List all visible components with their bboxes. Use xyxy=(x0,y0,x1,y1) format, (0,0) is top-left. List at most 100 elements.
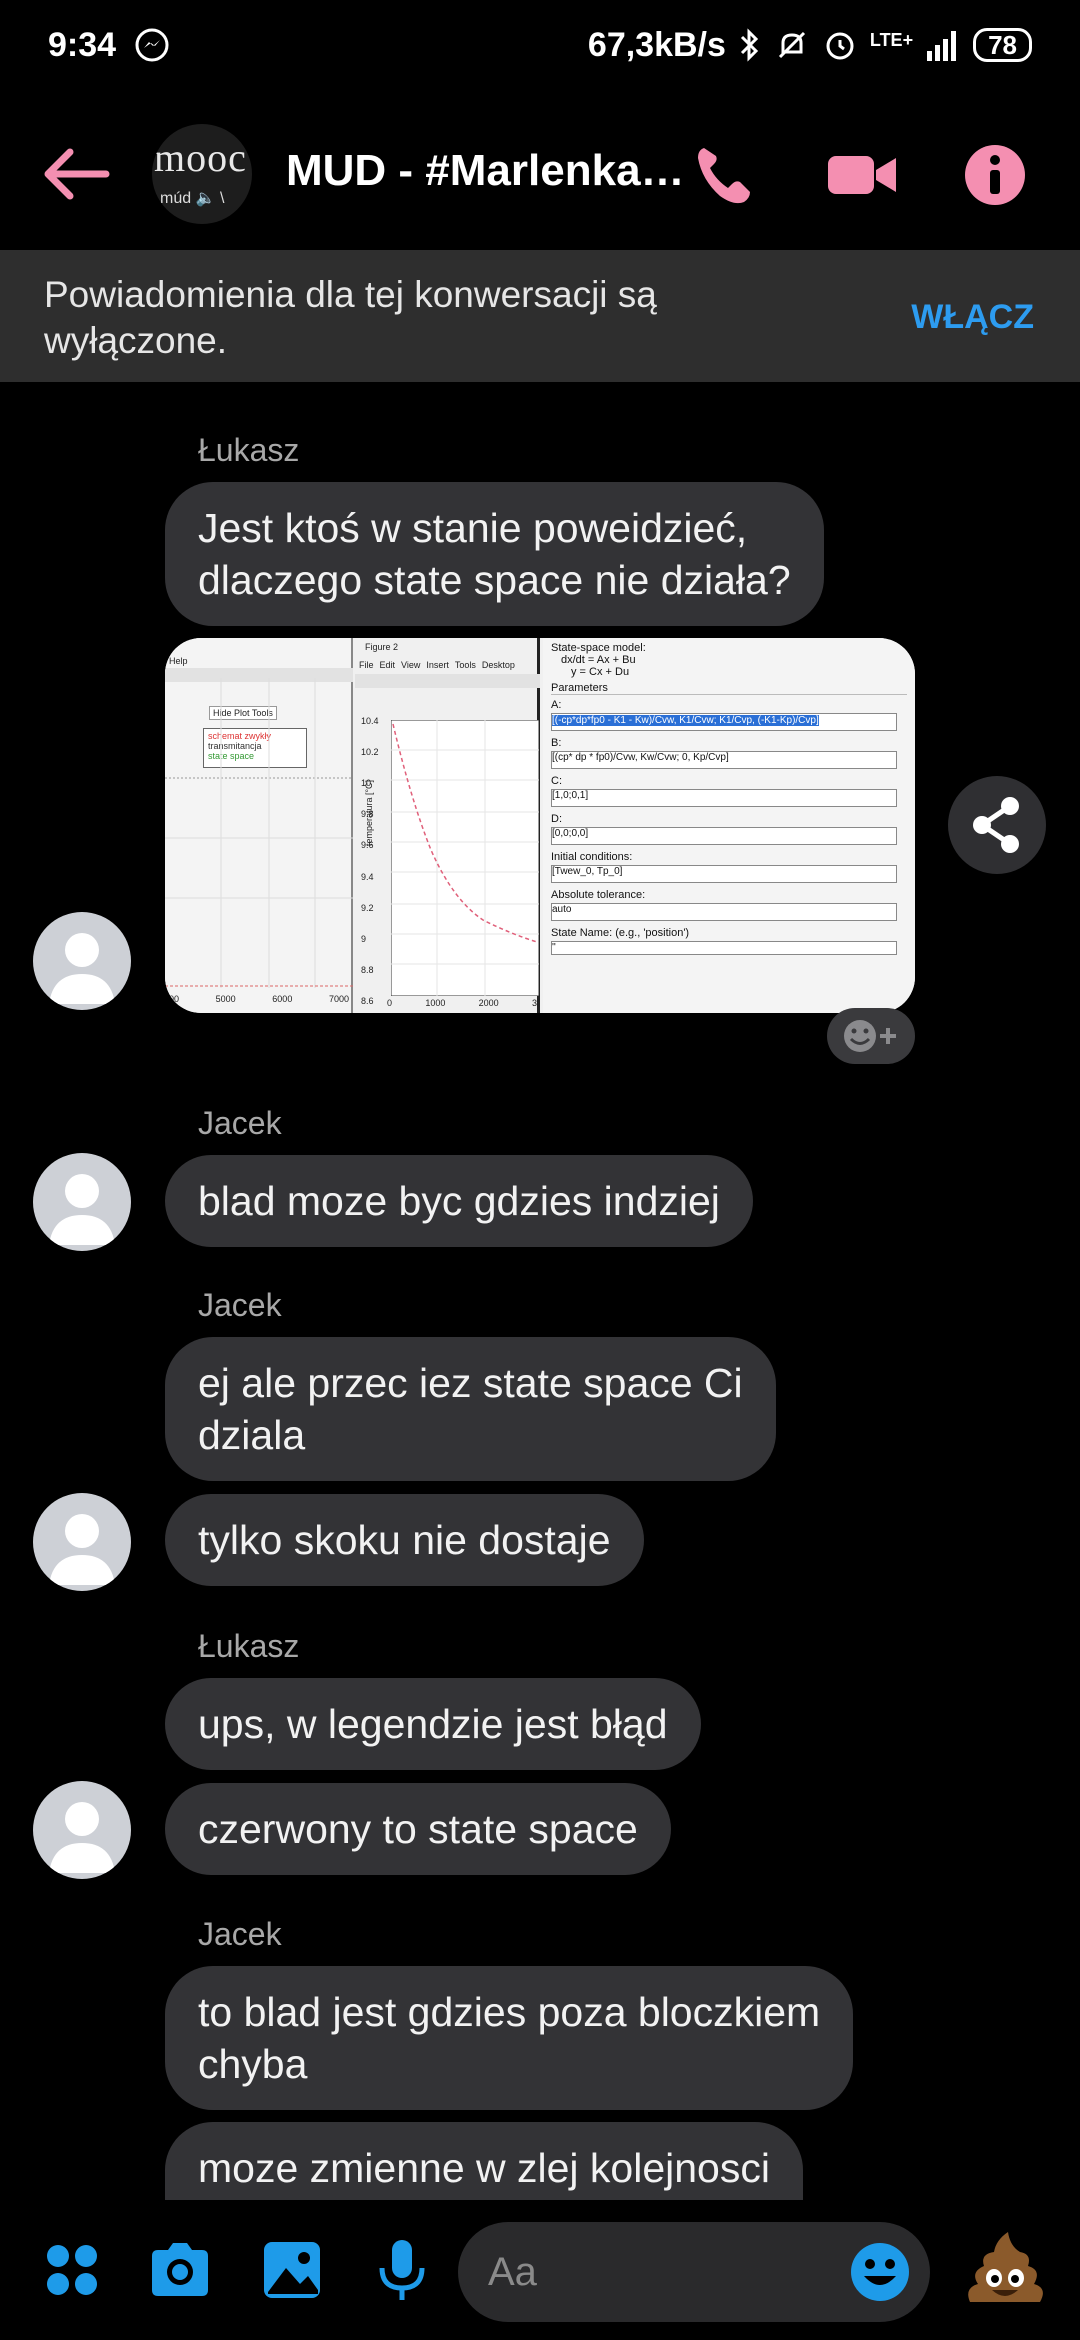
microphone-icon[interactable] xyxy=(370,2238,434,2302)
param-label: Absolute tolerance: xyxy=(551,889,646,901)
figure-menu-item: Insert xyxy=(426,660,449,670)
parameters-heading: Parameters xyxy=(551,682,907,695)
x-tick-label: 0 xyxy=(387,998,393,1008)
simulink-panel: Help Hide Plot Tools schemat zwykły tran… xyxy=(165,638,353,1013)
shared-screenshot-image[interactable]: Help Hide Plot Tools schemat zwykły tran… xyxy=(165,638,915,1013)
enable-notifications-button[interactable]: WŁĄCZ xyxy=(911,298,1034,337)
initial-conditions-field: [Twew_0, Tp_0] xyxy=(551,865,897,883)
back-arrow-icon[interactable] xyxy=(40,144,110,204)
gallery-icon[interactable] xyxy=(260,2238,324,2302)
model-equation: dx/dt = Ax + Bu xyxy=(561,654,636,666)
chat-header: mooc múd 🔈 \ MUD - #Marlenka… xyxy=(0,110,1080,240)
chat-title[interactable]: MUD - #Marlenka… xyxy=(286,146,686,196)
figure-title: Figure 2 xyxy=(365,642,399,652)
figure-menu-item: Edit xyxy=(379,660,396,670)
y-tick-label: 9.4 xyxy=(361,871,374,882)
avatar[interactable] xyxy=(33,1493,131,1591)
alarm-icon xyxy=(826,32,854,60)
message-sender: Łukasz xyxy=(198,1628,300,1664)
emoji-icon[interactable] xyxy=(848,2238,912,2306)
default-avatar-icon xyxy=(49,1174,115,1245)
figure-menu-item: File xyxy=(359,660,374,670)
default-avatar-icon xyxy=(49,1802,115,1873)
apps-grid-icon[interactable] xyxy=(40,2238,104,2302)
messenger-icon xyxy=(135,28,169,62)
phone-call-icon[interactable] xyxy=(690,140,760,210)
avatar[interactable] xyxy=(33,1153,131,1251)
param-d-field: [0,0;0,0] xyxy=(551,827,897,845)
poop-emoji-icon[interactable] xyxy=(960,2224,1050,2314)
model-title: State-space model: xyxy=(551,642,646,654)
video-call-icon[interactable] xyxy=(826,140,898,210)
param-c-field: [1,0;0,1] xyxy=(551,789,897,807)
x-tick-label: 7000 xyxy=(328,994,349,1004)
mute-bell-icon xyxy=(778,31,805,59)
info-icon[interactable] xyxy=(960,140,1030,210)
y-tick-label: 9.6 xyxy=(361,840,374,851)
x-tick-label: 3 xyxy=(531,998,537,1008)
notifications-off-banner: Powiadomienia dla tej konwersacji są wył… xyxy=(0,250,1080,382)
notifications-off-text: Powiadomienia dla tej konwersacji są wył… xyxy=(44,274,657,361)
default-avatar-icon xyxy=(49,933,115,1004)
y-tick-label: 9.8 xyxy=(361,809,374,820)
y-tick-label: 9 xyxy=(361,933,367,944)
state-space-dialog: State-space model: dx/dt = Ax + Bu y = C… xyxy=(543,638,915,1013)
share-icon xyxy=(973,797,1019,853)
add-reaction-button[interactable] xyxy=(827,1008,915,1064)
message-sender: Łukasz xyxy=(198,432,300,468)
message-sender: Jacek xyxy=(198,1916,282,1952)
x-tick-label: 1000 xyxy=(425,998,446,1008)
tolerance-field: auto xyxy=(551,903,897,921)
figure-menu-item: View xyxy=(401,660,421,670)
x-tick-label: 6000 xyxy=(272,994,293,1004)
composer-bar xyxy=(0,2200,1080,2340)
state-name-field: '' xyxy=(551,941,897,955)
simulink-menu: Help xyxy=(169,656,188,666)
x-tick-label: 2000 xyxy=(478,998,499,1008)
figure-menu-item: Desktop xyxy=(481,660,515,670)
group-avatar-subtext: múd 🔈 \ xyxy=(160,190,225,207)
y-tick-label: 10.2 xyxy=(361,747,379,758)
param-label: C: xyxy=(551,775,562,787)
message-bubble[interactable]: czerwony to state space xyxy=(165,1783,671,1875)
default-avatar-icon xyxy=(49,1514,115,1585)
param-label: B: xyxy=(551,737,562,749)
figure-plot-area xyxy=(391,720,539,996)
matlab-figure: Figure 2 File Edit View Insert Tools Des… xyxy=(355,638,540,1013)
y-tick-label: 10 xyxy=(361,778,372,789)
battery-indicator: 78 xyxy=(973,28,1032,62)
param-a-value: [(-cp*dp*fp0 - K1 - Kw)/Cvw, K1/Cvw; K1/… xyxy=(552,715,819,726)
param-label: State Name: (e.g., 'position') xyxy=(551,927,690,939)
message-bubble[interactable]: tylko skoku nie dostaje xyxy=(165,1494,644,1586)
param-label: A: xyxy=(551,699,562,711)
x-tick-label: 00 xyxy=(169,994,180,1004)
model-equation: y = Cx + Du xyxy=(571,666,630,678)
status-bar: 9:34 67,3kB/s LTE+ 78 xyxy=(0,0,1080,90)
message-bubble[interactable]: moze zmienne w zlej kolejnosci xyxy=(165,2122,803,2200)
message-bubble[interactable]: to blad jest gdzies poza bloczkiem chyba xyxy=(165,1966,854,2110)
x-tick-label: 5000 xyxy=(215,994,236,1004)
message-input[interactable] xyxy=(488,2242,838,2302)
figure-menu-item: Tools xyxy=(454,660,476,670)
param-label: Initial conditions: xyxy=(551,851,633,863)
param-b-field: [(cp* dp * fp0)/Cvw, Kw/Cvw; 0, Kp/Cvp] xyxy=(551,751,897,769)
message-bubble[interactable]: ups, w legendzie jest błąd xyxy=(165,1678,701,1770)
group-avatar[interactable]: mooc múd 🔈 \ xyxy=(152,124,252,224)
figure-toolbar xyxy=(355,674,540,688)
avatar[interactable] xyxy=(33,1781,131,1879)
share-button[interactable] xyxy=(948,776,1046,874)
message-composer xyxy=(458,2222,930,2322)
message-bubble[interactable]: ej ale przec iez state space Ci dziala xyxy=(165,1337,776,1481)
camera-icon[interactable] xyxy=(148,2238,212,2302)
message-bubble[interactable]: blad moze byc gdzies indziej xyxy=(165,1155,753,1247)
network-type: LTE+ xyxy=(869,29,914,50)
y-tick-label: 10.4 xyxy=(361,716,379,726)
bluetooth-icon xyxy=(740,28,759,62)
group-avatar-text: mooc xyxy=(154,135,247,180)
message-bubble[interactable]: Jest ktoś w stanie poweidzieć, dlaczego … xyxy=(165,482,824,626)
param-label: D: xyxy=(551,813,562,825)
avatar[interactable] xyxy=(33,912,131,1010)
network-speed: 67,3kB/s xyxy=(587,25,726,64)
simulink-plot xyxy=(165,678,353,988)
add-reaction-icon xyxy=(844,1020,896,1052)
